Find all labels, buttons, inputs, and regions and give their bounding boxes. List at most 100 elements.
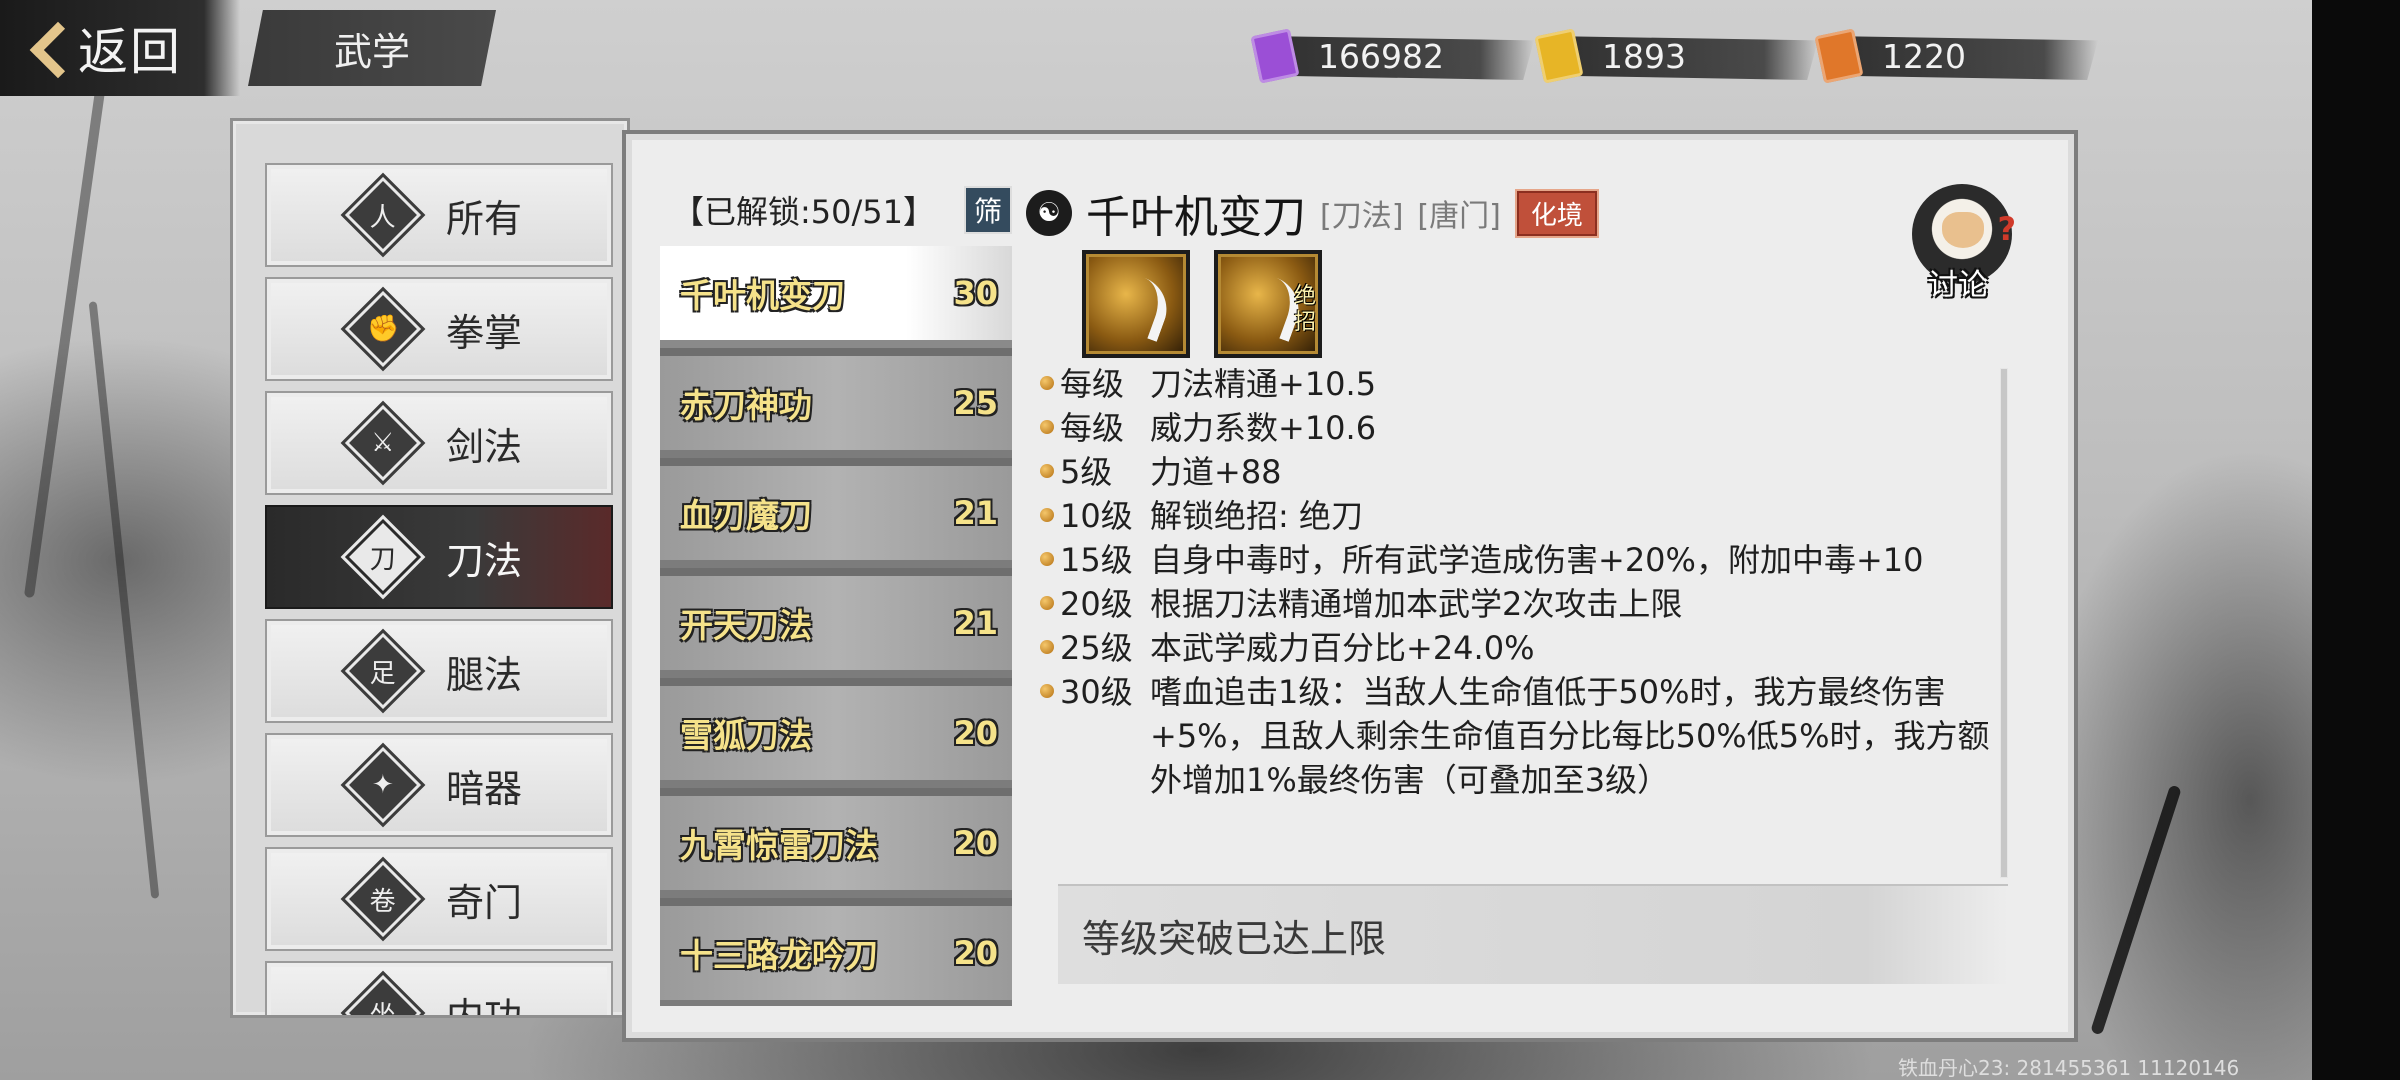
- effects-scrollbar[interactable]: [2000, 368, 2008, 878]
- skill-row-level: 20: [953, 824, 998, 862]
- blade-icon: 刀: [340, 514, 426, 600]
- effect-row: 每级 威力系数+10.6: [1036, 406, 2012, 450]
- effect-row: 每级 刀法精通+10.5: [1036, 362, 2012, 406]
- effect-level: 每级: [1060, 409, 1125, 447]
- skill-row-level: 25: [953, 384, 998, 422]
- question-mark-icon: ?: [1997, 210, 2016, 248]
- skill-list[interactable]: 千叶机变刀 30 赤刀神功 25 血刃魔刀 21 开天刀法 21 雪狐刀法 20…: [660, 246, 1012, 1006]
- bullet-icon: [1036, 582, 1060, 626]
- effect-desc: 解锁绝招: 绝刀: [1150, 497, 1363, 535]
- category-all[interactable]: 人 所有: [265, 163, 613, 267]
- category-label: 腿法: [445, 652, 522, 697]
- back-label: 返回: [78, 23, 182, 81]
- skill-type-icon: ☯: [1026, 190, 1072, 236]
- fist-icon: ✊: [340, 286, 426, 372]
- skill-row[interactable]: 九霄惊雷刀法 20: [660, 796, 1012, 898]
- effect-row: 15级 自身中毒时，所有武学造成伤害+20%，附加中毒+10: [1036, 538, 2012, 582]
- effect-level: 5级: [1060, 453, 1113, 491]
- blade-slash-icon: [1104, 270, 1176, 342]
- skill-row-name: 开天刀法: [680, 606, 812, 645]
- page-title-text: 武学: [333, 29, 410, 74]
- category-unorthodox[interactable]: 卷 奇门: [265, 847, 613, 951]
- category-panel: 人 所有 ✊ 拳掌 ⚔ 剑法 刀 刀法 足 腿法 ✦ 暗器 卷 奇门 坐 内功: [230, 118, 630, 1018]
- unlocked-count: 【已解锁:50/51】: [672, 193, 936, 231]
- skill-row-level: 21: [953, 494, 998, 532]
- effect-desc: 威力系数+10.6: [1150, 409, 1377, 447]
- skill-row-level: 21: [953, 604, 998, 642]
- skill-move-icon[interactable]: [1082, 250, 1190, 358]
- category-label: 剑法: [445, 424, 522, 469]
- skill-row[interactable]: 千叶机变刀 30: [660, 246, 1012, 348]
- category-hidden-weapon[interactable]: ✦ 暗器: [265, 733, 613, 837]
- back-button[interactable]: 返回: [0, 0, 240, 96]
- skill-school-tag: [唐门]: [1417, 199, 1501, 234]
- effect-desc: 力道+88: [1150, 453, 1282, 491]
- skill-row-name: 千叶机变刀: [680, 276, 845, 315]
- bullet-icon: [1036, 494, 1060, 538]
- effect-row: 30级 嗜血追击1级：当敌人生命值低于50%时，我方最终伤害+5%，且敌人剩余生…: [1036, 670, 2012, 802]
- category-label: 内功: [445, 994, 522, 1018]
- currency-value: 1893: [1602, 36, 1686, 76]
- skill-name: 千叶机变刀: [1086, 192, 1306, 243]
- effect-row: 10级 解锁绝招: 绝刀: [1036, 494, 2012, 538]
- skill-row[interactable]: 血刃魔刀 21: [660, 466, 1012, 568]
- skill-row-name: 九霄惊雷刀法: [680, 826, 878, 865]
- effect-level: 15级: [1060, 541, 1133, 579]
- discuss-button[interactable]: ? 讨论: [1908, 180, 2020, 303]
- currency-orange[interactable]: 1220: [1808, 24, 2098, 88]
- effect-level: 10级: [1060, 497, 1133, 535]
- skill-row-level: 30: [953, 274, 998, 312]
- orange-scroll-icon: [1808, 25, 1870, 87]
- player-id-watermark: 铁血丹心23: 281455361 11120146: [1898, 1056, 2240, 1080]
- ultimate-move-icon[interactable]: 绝招: [1214, 250, 1322, 358]
- category-label: 拳掌: [445, 310, 522, 355]
- category-internal[interactable]: 坐 内功: [265, 961, 613, 1018]
- currency-value: 166982: [1318, 36, 1444, 76]
- screen-edge-strip: [2312, 0, 2400, 1080]
- effect-desc: 刀法精通+10.5: [1150, 365, 1377, 403]
- category-blade[interactable]: 刀 刀法: [265, 505, 613, 609]
- category-leg[interactable]: 足 腿法: [265, 619, 613, 723]
- discuss-label: 讨论: [1928, 268, 1988, 303]
- sword-icon: ⚔: [340, 400, 426, 486]
- realm-badge: 化境: [1514, 188, 1599, 238]
- skill-row-level: 20: [953, 714, 998, 752]
- skill-row-name: 十三路龙吟刀: [680, 936, 878, 975]
- currency-gold[interactable]: 1893: [1528, 24, 1818, 88]
- skill-row-name: 雪狐刀法: [680, 716, 812, 755]
- bullet-icon: [1036, 450, 1060, 494]
- skill-detail-title: ☯ 千叶机变刀 [刀法] [唐门] 化境: [1026, 180, 1599, 246]
- category-label: 奇门: [445, 880, 522, 925]
- currency-purple[interactable]: 166982: [1244, 24, 1534, 88]
- leg-icon: 足: [340, 628, 426, 714]
- effect-level: 20级: [1060, 585, 1133, 623]
- skill-row[interactable]: 雪狐刀法 20: [660, 686, 1012, 788]
- skill-row[interactable]: 赤刀神功 25: [660, 356, 1012, 458]
- effect-level: 30级: [1060, 673, 1133, 711]
- filter-button[interactable]: 筛: [964, 186, 1012, 234]
- scroll-icon: 卷: [340, 856, 426, 942]
- category-sword[interactable]: ⚔ 剑法: [265, 391, 613, 495]
- category-label: 刀法: [445, 538, 522, 583]
- meditation-icon: 坐: [340, 970, 426, 1015]
- breakthrough-status: 等级突破已达上限: [1058, 884, 2008, 984]
- shuriken-icon: ✦: [340, 742, 426, 828]
- effect-desc: 本武学威力百分比+24.0%: [1150, 629, 1535, 667]
- skill-row-level: 20: [953, 934, 998, 972]
- category-label: 所有: [445, 196, 522, 241]
- skill-row[interactable]: 十三路龙吟刀 20: [660, 906, 1012, 1006]
- skill-row[interactable]: 开天刀法 21: [660, 576, 1012, 678]
- effects-list[interactable]: 每级 刀法精通+10.5 每级 威力系数+10.6 5级 力道+88 10级 解…: [1036, 362, 2012, 882]
- effect-level: 25级: [1060, 629, 1133, 667]
- category-fist[interactable]: ✊ 拳掌: [265, 277, 613, 381]
- bullet-icon: [1036, 362, 1060, 406]
- purple-scroll-icon: [1244, 25, 1306, 87]
- bullet-icon: [1036, 406, 1060, 450]
- gold-scroll-icon: [1528, 25, 1590, 87]
- skill-type-tag: [刀法]: [1320, 199, 1404, 234]
- effect-row: 5级 力道+88: [1036, 450, 2012, 494]
- effect-level: 每级: [1060, 365, 1125, 403]
- category-label: 暗器: [445, 766, 522, 811]
- bullet-icon: [1036, 538, 1060, 582]
- limit-text: 等级突破已达上限: [1082, 916, 1387, 961]
